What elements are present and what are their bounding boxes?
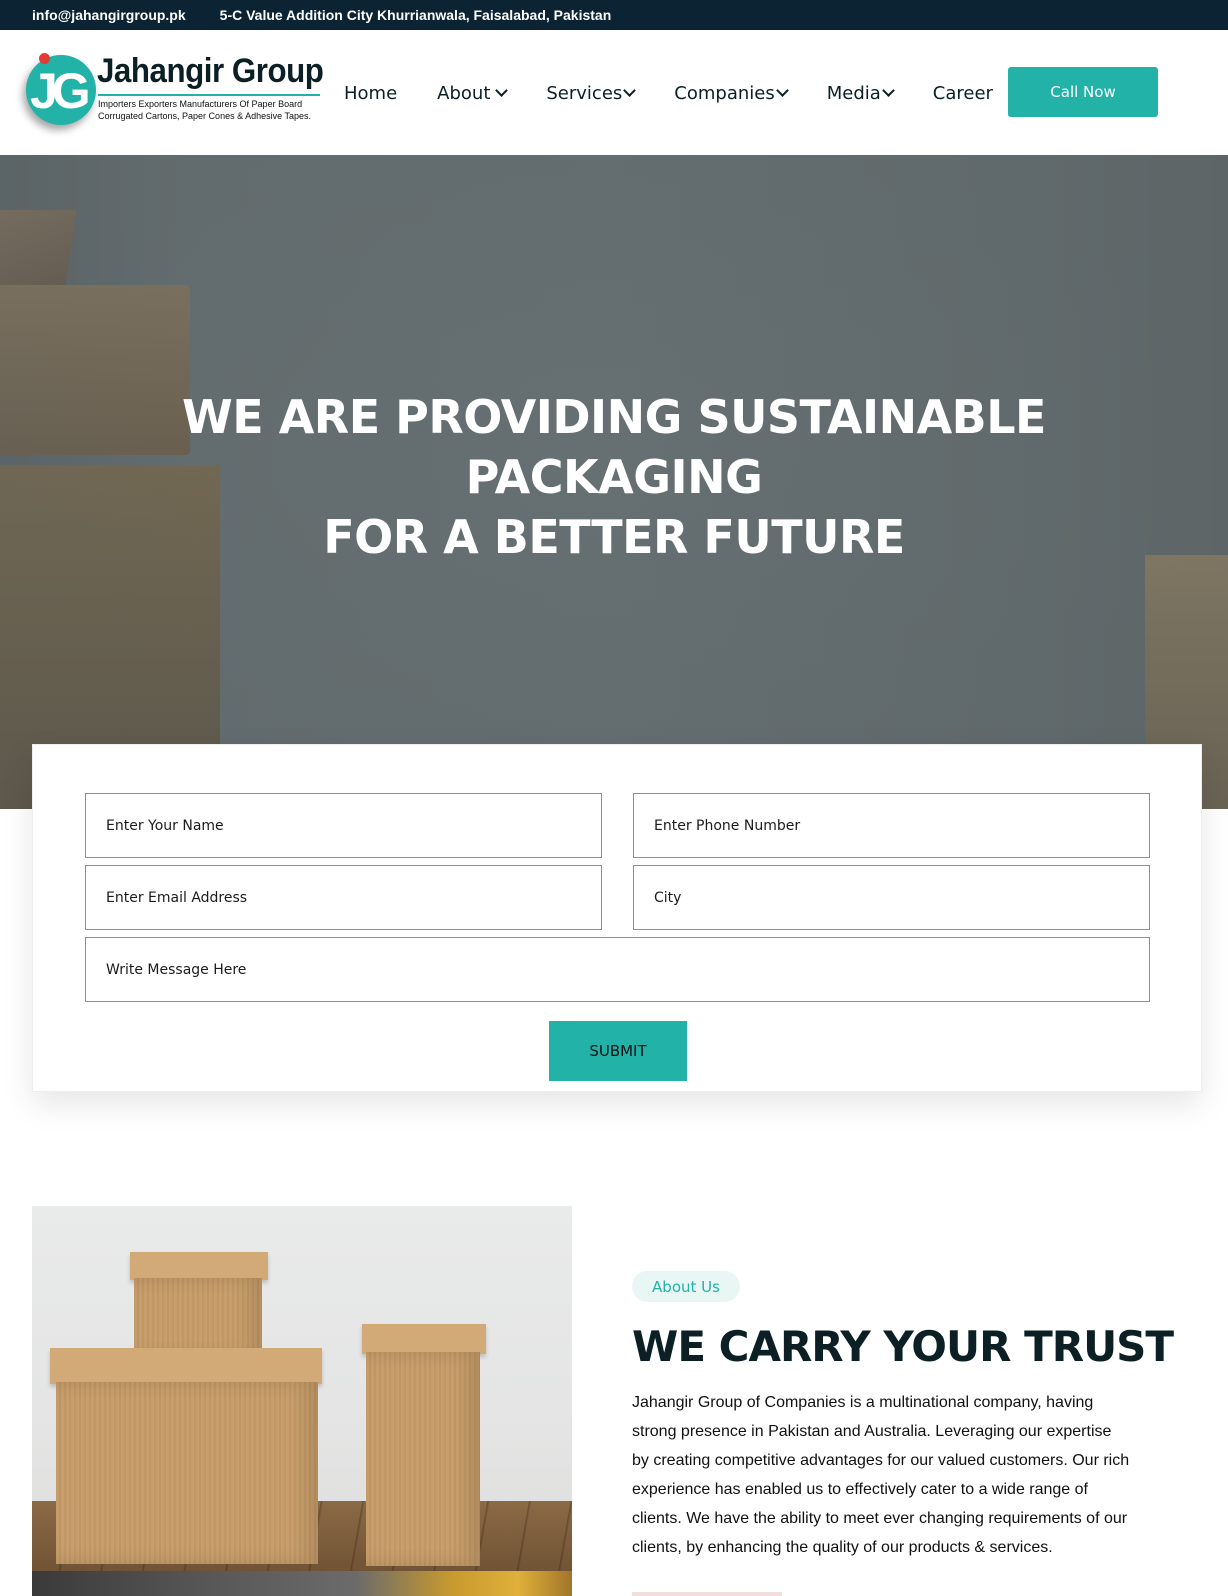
- logo[interactable]: JG Jahangir Group Importers Exporters Ma…: [22, 50, 324, 140]
- email-link[interactable]: info@jahangirgroup.pk: [32, 7, 186, 23]
- main-nav: Home About Services Companies Media Care…: [344, 76, 1033, 110]
- nav-media-label: Media: [826, 82, 881, 104]
- hero-title-line3: FOR A BETTER FUTURE: [323, 510, 905, 564]
- nav-companies[interactable]: Companies: [674, 82, 789, 104]
- about-image-strip: [32, 1571, 572, 1596]
- about-text-line: clients. We have the ability to meet eve…: [632, 1510, 1128, 1527]
- city-input-placeholder: City: [654, 889, 682, 906]
- message-input-placeholder: Write Message Here: [106, 961, 247, 978]
- nav-career-label: Career: [932, 82, 993, 104]
- logo-mark-icon: JG: [26, 55, 96, 125]
- hero-title-line1: WE ARE PROVIDING SUSTAINABLE: [182, 390, 1046, 444]
- hero-banner: WE ARE PROVIDING SUSTAINABLE PACKAGING F…: [0, 155, 1228, 809]
- about-text-line: by creating competitive advantages for o…: [632, 1452, 1130, 1469]
- about-image-box: [130, 1252, 268, 1280]
- logo-tagline-line1: Importers Exporters Manufacturers Of Pap…: [98, 99, 303, 109]
- phone-input[interactable]: Enter Phone Number: [633, 793, 1150, 858]
- about-description: Jahangir Group of Companies is a multina…: [632, 1388, 1132, 1562]
- about-image-box: [50, 1348, 322, 1384]
- contact-form: Enter Your Name Enter Phone Number Enter…: [32, 744, 1202, 1092]
- nav-services-label: Services: [546, 82, 623, 104]
- about-image-box: [362, 1324, 486, 1354]
- about-button-peek[interactable]: [632, 1592, 782, 1596]
- about-image: [32, 1206, 572, 1596]
- logo-dot-icon: [39, 53, 50, 64]
- email-input[interactable]: Enter Email Address: [85, 865, 602, 930]
- name-input-placeholder: Enter Your Name: [106, 817, 224, 834]
- about-text-line: experience has enabled us to effectively…: [632, 1481, 1088, 1498]
- nav-home[interactable]: Home: [344, 83, 397, 104]
- logo-tagline-line2: Corrugated Cartons, Paper Cones & Adhesi…: [98, 111, 311, 121]
- site-header: JG Jahangir Group Importers Exporters Ma…: [0, 30, 1228, 155]
- hero-title-line2: PACKAGING: [465, 450, 763, 504]
- logo-tagline: Importers Exporters Manufacturers Of Pap…: [98, 98, 311, 122]
- chevron-down-icon: [881, 84, 895, 97]
- chevron-down-icon: [495, 84, 509, 97]
- city-input[interactable]: City: [633, 865, 1150, 930]
- hero-title: WE ARE PROVIDING SUSTAINABLE PACKAGING F…: [0, 387, 1228, 567]
- name-input[interactable]: Enter Your Name: [85, 793, 602, 858]
- logo-mark-text: JG: [30, 63, 91, 119]
- about-text-line: Jahangir Group of Companies is a multina…: [632, 1394, 1094, 1411]
- phone-input-placeholder: Enter Phone Number: [654, 817, 801, 834]
- email-input-placeholder: Enter Email Address: [106, 889, 248, 906]
- chevron-down-icon: [623, 84, 637, 97]
- chevron-down-icon: [775, 84, 789, 97]
- submit-button[interactable]: SUBMIT: [549, 1021, 687, 1081]
- nav-career[interactable]: Career: [933, 83, 993, 104]
- nav-about[interactable]: About: [437, 82, 509, 104]
- call-now-button[interactable]: Call Now: [1008, 67, 1158, 117]
- nav-media[interactable]: Media: [826, 82, 895, 104]
- about-image-box: [366, 1352, 480, 1566]
- about-image-box: [134, 1278, 262, 1358]
- about-badge: About Us: [632, 1271, 740, 1302]
- top-contact-bar: info@jahangirgroup.pk 5-C Value Addition…: [0, 0, 1228, 30]
- nav-home-label: Home: [344, 82, 398, 104]
- nav-companies-label: Companies: [674, 82, 775, 104]
- logo-divider: [98, 94, 320, 96]
- logo-title: Jahangir Group: [97, 52, 324, 90]
- nav-about-label: About: [437, 82, 491, 104]
- about-image-box: [56, 1382, 318, 1564]
- message-input[interactable]: Write Message Here: [85, 937, 1150, 1002]
- about-title: WE CARRY YOUR TRUST: [632, 1322, 1174, 1371]
- address-text: 5-C Value Addition City Khurrianwala, Fa…: [219, 7, 612, 23]
- about-text-line: clients, by enhancing the quality of our…: [632, 1539, 1053, 1556]
- about-text-line: strong presence in Pakistan and Australi…: [632, 1423, 1112, 1440]
- nav-services[interactable]: Services: [546, 82, 637, 104]
